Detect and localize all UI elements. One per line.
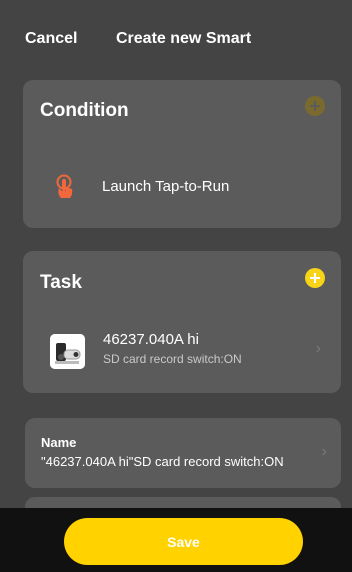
name-field[interactable]: Name "46237.040A hi"SD card record switc… xyxy=(25,418,341,488)
task-title: Task xyxy=(40,272,82,293)
add-condition-button[interactable] xyxy=(305,96,325,116)
task-card: Task 46237.040A hi SD card record switch… xyxy=(23,251,341,393)
plus-icon xyxy=(310,101,320,111)
create-smart-screen: Cancel Create new Smart Condition Launch… xyxy=(0,0,352,572)
device-action: SD card record switch:ON xyxy=(103,352,242,366)
save-button[interactable]: Save xyxy=(64,518,303,565)
condition-item-label[interactable]: Launch Tap-to-Run xyxy=(102,178,229,195)
chevron-right-icon: › xyxy=(321,443,327,460)
add-task-button[interactable] xyxy=(305,268,325,288)
tap-hand-icon xyxy=(56,174,73,198)
device-name[interactable]: 46237.040A hi xyxy=(103,331,199,348)
condition-title: Condition xyxy=(40,100,129,121)
cancel-button[interactable]: Cancel xyxy=(25,30,77,48)
page-title: Create new Smart xyxy=(116,30,252,47)
name-label: Name xyxy=(41,435,77,450)
bottom-bar: Save xyxy=(0,508,352,572)
name-value: "46237.040A hi"SD card record switch:ON xyxy=(41,454,284,469)
camera-device-icon xyxy=(50,334,85,369)
chevron-right-icon[interactable]: › xyxy=(316,340,321,358)
condition-card: Condition Launch Tap-to-Run xyxy=(23,80,341,228)
plus-icon xyxy=(310,273,320,283)
header: Cancel Create new Smart xyxy=(0,0,352,78)
